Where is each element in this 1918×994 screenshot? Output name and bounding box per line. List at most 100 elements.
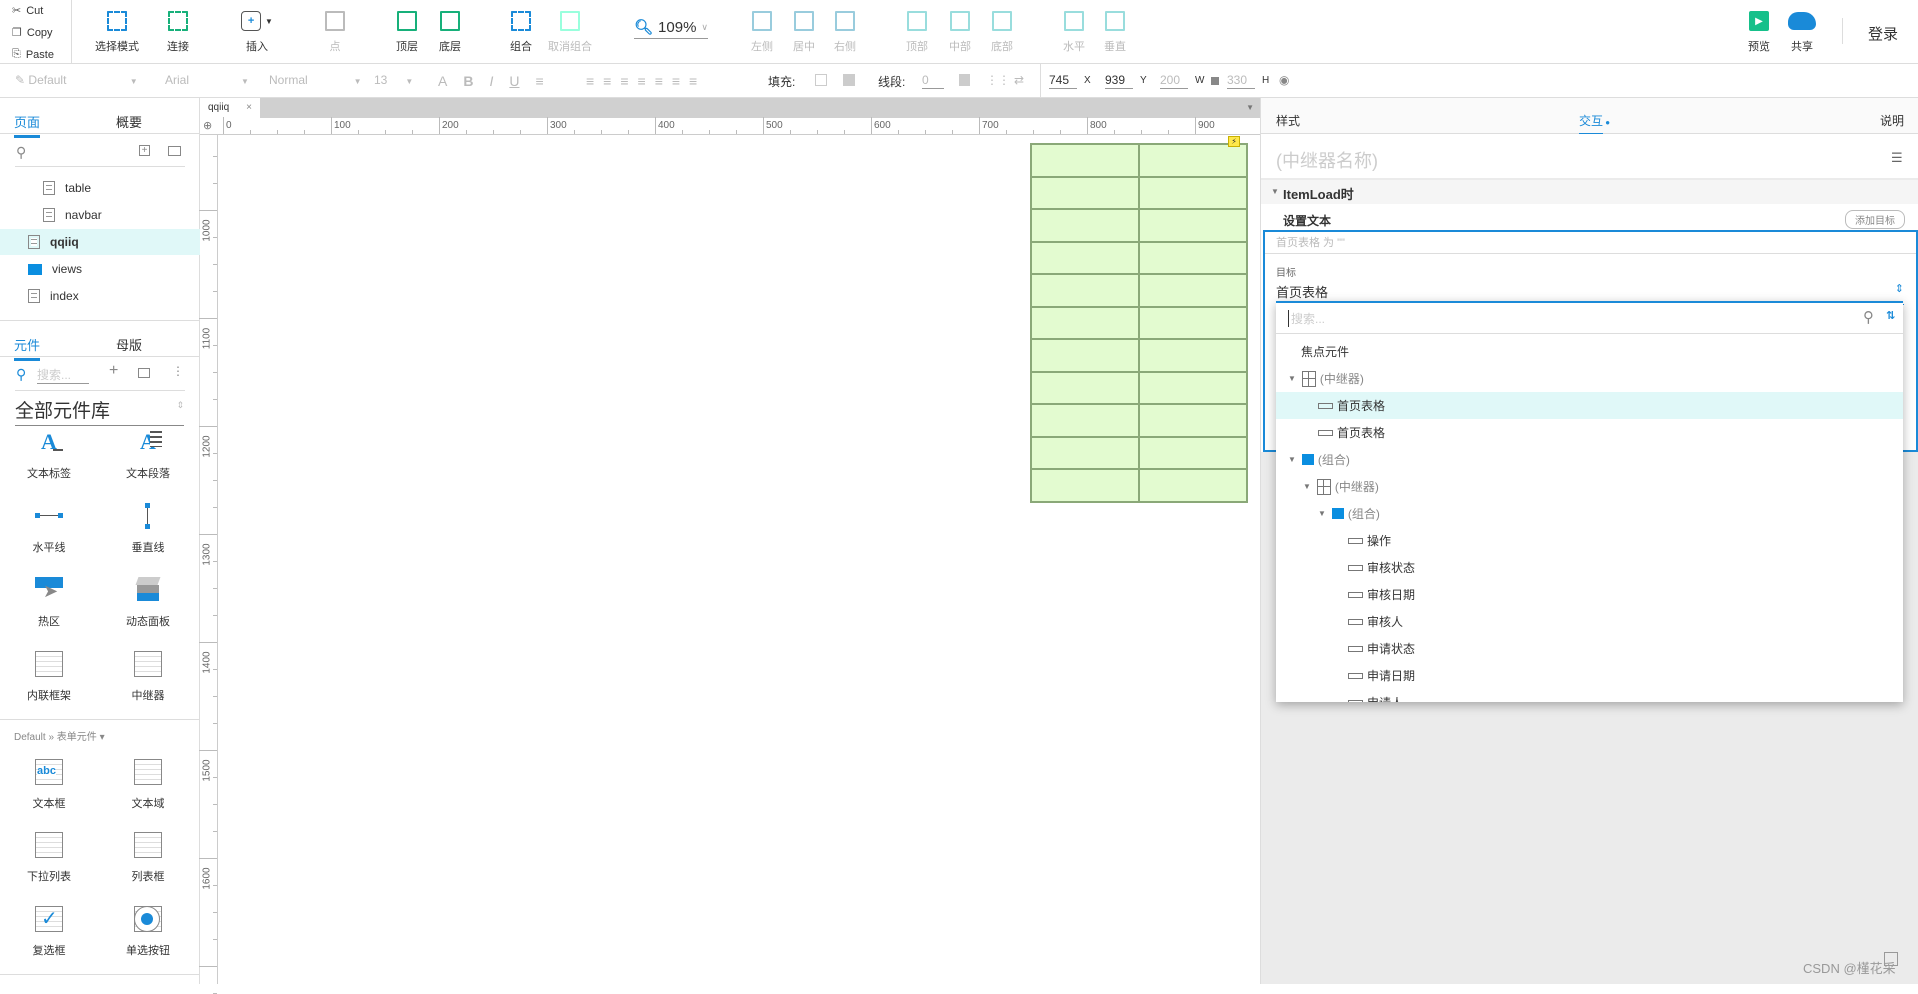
justify-text-icon[interactable]: ≡ xyxy=(638,73,646,89)
font-color-icon[interactable]: A xyxy=(438,73,447,89)
tab-outline[interactable]: 概要 xyxy=(116,112,142,131)
toolbar-ungroup-button[interactable]: 取消组合 xyxy=(540,8,600,54)
toolbar-align-bottom-button[interactable]: 底部 xyxy=(972,8,1032,54)
page-item-index[interactable]: index xyxy=(0,283,200,309)
add-library-icon[interactable]: + xyxy=(109,362,118,380)
paste-button[interactable]: ⎘ Paste xyxy=(12,48,54,61)
toolbar-select-mode-button[interactable]: 选择模式 xyxy=(87,8,147,54)
style-select[interactable]: ✎ Default ▼ xyxy=(15,73,138,87)
widget-name-input[interactable]: (中继器名称) xyxy=(1276,147,1378,173)
tree-item[interactable]: 操作 xyxy=(1276,527,1903,554)
widget-text-label[interactable]: A 文本标签 xyxy=(4,425,94,481)
tabs-menu-icon[interactable]: ▼ xyxy=(1246,103,1254,112)
library-pages-icon[interactable] xyxy=(138,368,150,378)
toolbar-insert-button[interactable]: + ▼ 插入 xyxy=(227,8,287,54)
bold-icon[interactable]: B xyxy=(463,73,473,89)
tree-item[interactable]: 申请日期 xyxy=(1276,662,1903,689)
tree-item[interactable]: 申请状态 xyxy=(1276,635,1903,662)
tree-item[interactable]: 审核状态 xyxy=(1276,554,1903,581)
line-color-icon[interactable] xyxy=(959,74,970,86)
widget-droplist[interactable]: 下拉列表 xyxy=(4,828,94,884)
filter-icon[interactable]: ⇅ xyxy=(1886,309,1895,322)
page-item-views[interactable]: views xyxy=(0,256,200,282)
tree-item[interactable]: 焦点元件 xyxy=(1276,338,1903,365)
tree-item[interactable]: 首页表格 xyxy=(1276,419,1903,446)
search-icon[interactable]: ⚲ xyxy=(16,144,26,161)
tab-pages[interactable]: 页面 xyxy=(14,112,41,138)
tree-item[interactable]: 审核人 xyxy=(1276,608,1903,635)
widget-checkbox[interactable]: ✓ 复选框 xyxy=(4,902,94,958)
toolbar-align-right-button[interactable]: 右侧 xyxy=(815,8,875,54)
tab-qqiiq[interactable]: qqiiq × xyxy=(200,98,260,118)
visibility-icon[interactable]: ◉ xyxy=(1279,73,1289,87)
widget-repeater[interactable]: 中继器 xyxy=(103,647,193,703)
widget-dynamic-panel[interactable]: 动态面板 xyxy=(103,573,193,629)
line-width-input[interactable]: 0 xyxy=(922,73,944,89)
page-item-navbar[interactable]: navbar xyxy=(0,202,200,228)
dropdown-search-input[interactable]: 搜索... xyxy=(1288,310,1828,327)
font-weight-select[interactable]: Normal ▼ xyxy=(269,73,362,87)
add-folder-icon[interactable] xyxy=(168,146,181,156)
expand-triangle-icon[interactable]: ▼ xyxy=(1303,482,1311,491)
tab-interactions[interactable]: 交互 ● xyxy=(1579,112,1610,136)
toolbar-point-button[interactable]: 点 xyxy=(305,8,365,54)
font-size-select[interactable]: 13 ▼ xyxy=(374,73,413,87)
line-style-icon[interactable]: ⋮⋮ xyxy=(986,73,1010,87)
tree-item[interactable]: ▼ (中继器) xyxy=(1276,473,1903,500)
interaction-flag-icon[interactable]: ⚡︎ xyxy=(1228,136,1240,147)
event-header[interactable]: ▼ ItemLoad时 xyxy=(1261,180,1918,204)
share-button[interactable]: 共享 xyxy=(1772,8,1832,54)
height-input[interactable]: 330 xyxy=(1227,73,1255,89)
x-input[interactable]: 745 xyxy=(1049,73,1077,89)
tab-style[interactable]: 样式 xyxy=(1276,112,1300,129)
widget-horizontal-line[interactable]: 水平线 xyxy=(4,499,94,555)
tree-item[interactable]: ▼ (组合) xyxy=(1276,446,1903,473)
form-library-select[interactable]: Default » 表单元件 ▾ xyxy=(14,728,105,743)
widget-text-paragraph[interactable]: A 文本段落 xyxy=(103,425,193,481)
tab-masters[interactable]: 母版 xyxy=(116,335,142,354)
align-center-text-icon[interactable]: ≡ xyxy=(603,73,611,89)
valign-middle-icon[interactable]: ≡ xyxy=(672,73,680,89)
tree-item[interactable]: 首页表格 xyxy=(1276,392,1903,419)
tree-item[interactable]: 申请人 xyxy=(1276,689,1903,702)
fill-color-icon[interactable] xyxy=(815,74,827,86)
arrow-style-icon[interactable]: ⇄ xyxy=(1014,73,1024,87)
widget-hotspot[interactable]: ➤ 热区 xyxy=(4,573,94,629)
italic-icon[interactable]: I xyxy=(489,73,493,89)
page-item-qqiiq[interactable]: qqiiq xyxy=(0,229,200,255)
widget-inline-frame[interactable]: 内联框架 xyxy=(4,647,94,703)
y-input[interactable]: 939 xyxy=(1105,73,1133,89)
add-page-icon[interactable]: + xyxy=(139,145,150,156)
widget-text-field[interactable]: abc 文本框 xyxy=(4,755,94,811)
shadow-icon[interactable] xyxy=(843,74,855,86)
widget-search-input[interactable]: 搜索... xyxy=(37,366,89,384)
valign-top-icon[interactable]: ≡ xyxy=(655,73,663,89)
font-select[interactable]: Arial ▼ xyxy=(165,73,249,87)
align-right-text-icon[interactable]: ≡ xyxy=(620,73,628,89)
tree-item[interactable]: 审核日期 xyxy=(1276,581,1903,608)
toolbar-connect-button[interactable]: 连接 xyxy=(148,8,208,54)
widget-radio-button[interactable]: 单选按钮 xyxy=(103,902,193,958)
toolbar-send-back-button[interactable]: 底层 xyxy=(420,8,480,54)
widget-vertical-line[interactable]: 垂直线 xyxy=(103,499,193,555)
expand-triangle-icon[interactable]: ▼ xyxy=(1288,455,1296,464)
add-target-button[interactable]: 添加目标 xyxy=(1845,210,1905,229)
bullet-list-icon[interactable]: ≡ xyxy=(535,73,543,89)
repeater-widget[interactable] xyxy=(1030,143,1248,503)
toolbar-distribute-vertical-button[interactable]: 垂直 xyxy=(1085,8,1145,54)
expand-triangle-icon[interactable]: ▼ xyxy=(1318,509,1326,518)
widget-listbox[interactable]: 列表框 xyxy=(103,828,193,884)
width-input[interactable]: 200 xyxy=(1160,73,1188,89)
cut-button[interactable]: ✂ Cut xyxy=(12,4,43,18)
close-icon[interactable]: × xyxy=(246,102,252,114)
zoom-select[interactable]: 🔍︎ 109% ∨ xyxy=(634,18,709,39)
library-select[interactable]: 全部元件库 ⇕ xyxy=(15,396,184,426)
page-item-table[interactable]: table xyxy=(0,175,200,201)
more-icon[interactable]: ⋮ xyxy=(172,364,184,378)
underline-icon[interactable]: U xyxy=(509,73,519,89)
tab-notes[interactable]: 说明 xyxy=(1880,112,1904,129)
copy-button[interactable]: ❐ Copy xyxy=(12,26,53,40)
align-left-text-icon[interactable]: ≡ xyxy=(586,73,594,89)
tree-item[interactable]: ▼ (组合) xyxy=(1276,500,1903,527)
valign-bottom-icon[interactable]: ≡ xyxy=(689,73,697,89)
